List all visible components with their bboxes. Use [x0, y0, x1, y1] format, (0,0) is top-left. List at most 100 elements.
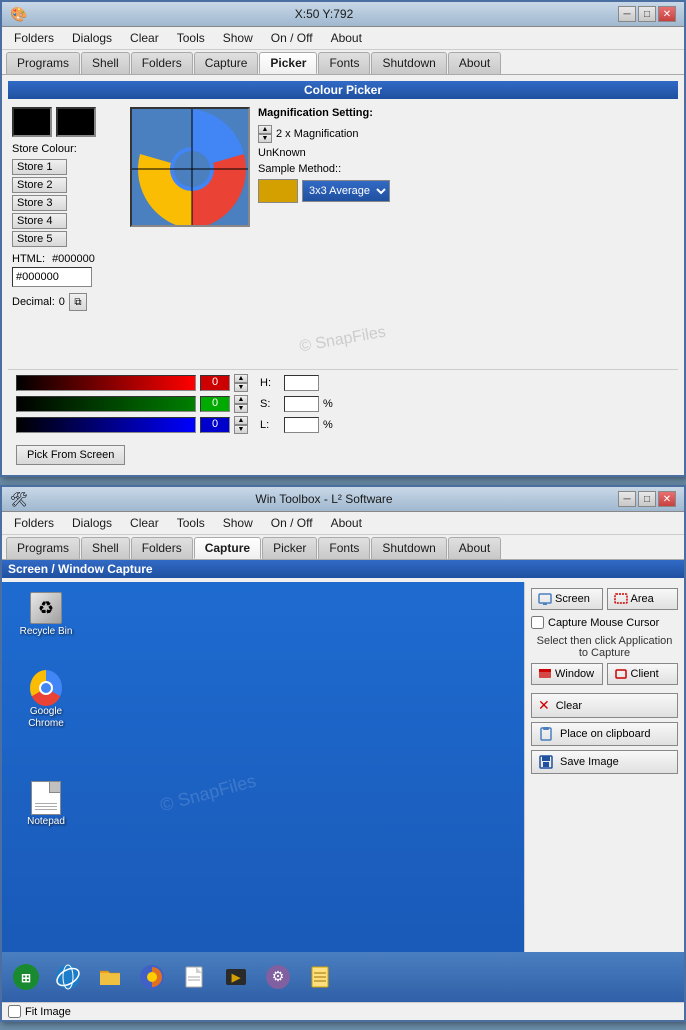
taskbar-file[interactable]	[174, 957, 214, 997]
menu-onoff-1[interactable]: On / Off	[263, 29, 321, 47]
slider-blue[interactable]	[16, 417, 196, 433]
desktop-icon-recycle[interactable]: ♻ Recycle Bin	[16, 592, 76, 637]
picker-center-panel	[130, 107, 250, 311]
screen-area-btn-group: Screen Area	[531, 588, 678, 610]
taskbar-ie[interactable]	[48, 957, 88, 997]
taskbar-media[interactable]: ▶	[216, 957, 256, 997]
fit-image-checkbox[interactable]	[8, 1005, 21, 1018]
b-spinner-down[interactable]: ▼	[234, 425, 248, 434]
store-btn-4[interactable]: Store 4	[12, 213, 67, 229]
tab-shell-2[interactable]: Shell	[81, 537, 130, 559]
notepad-icon-img	[31, 781, 61, 815]
menu-folders-1[interactable]: Folders	[6, 29, 62, 47]
g-spinner-up[interactable]: ▲	[234, 395, 248, 404]
menu-clear-1[interactable]: Clear	[122, 29, 167, 47]
sample-method-select[interactable]: 3x3 Average	[302, 180, 390, 202]
menu-clear-2[interactable]: Clear	[122, 514, 167, 532]
picker-content: Colour Picker Store Colour: Store 1 Stor…	[2, 75, 684, 475]
slider-green[interactable]	[16, 396, 196, 412]
tab-capture-2[interactable]: Capture	[194, 537, 261, 559]
copy-decimal-btn[interactable]: ⧉	[69, 293, 87, 311]
tab-shutdown-2[interactable]: Shutdown	[371, 537, 446, 559]
minimize-btn-1[interactable]: ─	[618, 6, 636, 22]
tab-shutdown-1[interactable]: Shutdown	[371, 52, 446, 74]
store-btn-3[interactable]: Store 3	[12, 195, 67, 211]
pick-from-screen-btn[interactable]: Pick From Screen	[16, 445, 125, 465]
screen-btn[interactable]: Screen	[531, 588, 603, 610]
tab-picker-2[interactable]: Picker	[262, 537, 317, 559]
menu-show-2[interactable]: Show	[215, 514, 261, 532]
minimize-btn-2[interactable]: ─	[618, 491, 636, 507]
h-value[interactable]	[284, 375, 319, 391]
svg-text:⚙: ⚙	[272, 968, 285, 984]
menu-folders-2[interactable]: Folders	[6, 514, 62, 532]
fit-image-bar: Fit Image	[2, 1002, 684, 1020]
close-btn-1[interactable]: ✕	[658, 6, 676, 22]
ie-icon	[54, 963, 82, 991]
menu-dialogs-1[interactable]: Dialogs	[64, 29, 120, 47]
menu-about-2[interactable]: About	[323, 514, 370, 532]
save-image-btn[interactable]: Save Image	[531, 750, 678, 774]
taskbar-tools[interactable]: ⚙	[258, 957, 298, 997]
capture-mouse-checkbox[interactable]	[531, 616, 544, 629]
taskbar-start[interactable]: ⊞	[6, 957, 46, 997]
menu-dialogs-2[interactable]: Dialogs	[64, 514, 120, 532]
g-spinner-down[interactable]: ▼	[234, 404, 248, 413]
r-spinner-up[interactable]: ▲	[234, 374, 248, 383]
snapfiles-watermark: © SnapFiles	[298, 324, 387, 357]
select-app-label: Select then click Application to Capture	[531, 635, 678, 659]
app-icon-2: 🛠	[10, 491, 26, 507]
menu-about-1[interactable]: About	[323, 29, 370, 47]
client-btn-icon	[614, 667, 628, 681]
slider-red[interactable]	[16, 375, 196, 391]
maximize-btn-2[interactable]: □	[638, 491, 656, 507]
menu-tools-2[interactable]: Tools	[169, 514, 213, 532]
titlebar-1: 🎨 X:50 Y:792 ─ □ ✕	[2, 2, 684, 27]
tab-fonts-1[interactable]: Fonts	[318, 52, 370, 74]
html-input[interactable]	[12, 267, 92, 287]
tab-capture-1[interactable]: Capture	[194, 52, 259, 74]
tab-picker-1[interactable]: Picker	[259, 52, 317, 74]
tab-fonts-2[interactable]: Fonts	[318, 537, 370, 559]
tab-programs-1[interactable]: Programs	[6, 52, 80, 74]
store-btn-5[interactable]: Store 5	[12, 231, 67, 247]
desktop-icon-notepad[interactable]: Notepad	[16, 782, 76, 827]
capture-desktop: ♻ Recycle Bin Google Chrome	[2, 582, 524, 952]
tab-folders-2[interactable]: Folders	[131, 537, 193, 559]
store-btn-1[interactable]: Store 1	[12, 159, 67, 175]
menu-onoff-2[interactable]: On / Off	[263, 514, 321, 532]
firefox-icon	[138, 963, 166, 991]
tab-folders-1[interactable]: Folders	[131, 52, 193, 74]
close-btn-2[interactable]: ✕	[658, 491, 676, 507]
b-spinner-up[interactable]: ▲	[234, 416, 248, 425]
tab-about-2[interactable]: About	[448, 537, 501, 559]
taskbar: ⊞	[2, 952, 684, 1002]
taskbar-folder[interactable]	[90, 957, 130, 997]
taskbar-notepad[interactable]	[300, 957, 340, 997]
window-btn[interactable]: Window	[531, 663, 603, 685]
maximize-btn-1[interactable]: □	[638, 6, 656, 22]
client-btn[interactable]: Client	[607, 663, 679, 685]
menu-show-1[interactable]: Show	[215, 29, 261, 47]
tab-programs-2[interactable]: Programs	[6, 537, 80, 559]
desktop-icon-chrome[interactable]: Google Chrome	[16, 672, 76, 730]
area-btn[interactable]: Area	[607, 588, 679, 610]
recycle-bin-label: Recycle Bin	[20, 626, 73, 637]
save-icon	[538, 754, 554, 770]
folder-icon	[96, 963, 124, 991]
mag-value: 2 x Magnification	[276, 128, 359, 140]
taskbar-firefox[interactable]	[132, 957, 172, 997]
r-spinner-down[interactable]: ▼	[234, 383, 248, 392]
s-value[interactable]	[284, 396, 319, 412]
menu-tools-1[interactable]: Tools	[169, 29, 213, 47]
store-btn-2[interactable]: Store 2	[12, 177, 67, 193]
clipboard-btn[interactable]: Place on clipboard	[531, 722, 678, 746]
mag-spinner-up[interactable]: ▲	[258, 125, 272, 134]
tab-shell-1[interactable]: Shell	[81, 52, 130, 74]
window-title-1: X:50 Y:792	[30, 7, 618, 21]
clear-btn[interactable]: ✕ Clear	[531, 693, 678, 718]
mag-spinner-down[interactable]: ▼	[258, 134, 272, 143]
magnifier-box	[130, 107, 250, 227]
l-value[interactable]	[284, 417, 319, 433]
tab-about-1[interactable]: About	[448, 52, 501, 74]
